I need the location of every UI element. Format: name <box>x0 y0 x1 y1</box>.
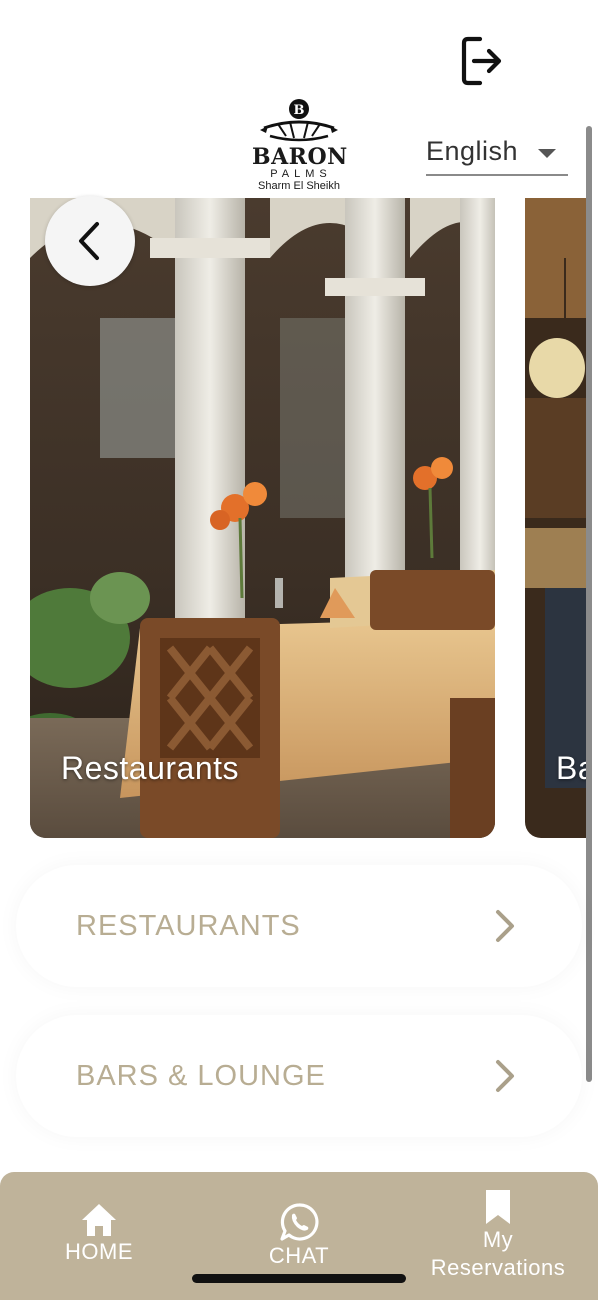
chevron-down-icon <box>538 148 556 158</box>
bar-photo <box>525 198 586 838</box>
category-item-restaurants[interactable]: RESTAURANTS <box>16 865 582 987</box>
hotel-logo: B BARON PALMS Sharm El Sheikh <box>252 96 348 200</box>
chevron-right-icon <box>496 910 514 942</box>
nav-label: CHAT <box>268 1243 330 1268</box>
logout-icon <box>461 36 502 86</box>
nav-home[interactable]: HOME <box>48 1172 150 1300</box>
language-select[interactable]: English <box>426 128 568 176</box>
whatsapp-icon <box>280 1203 319 1241</box>
scrollbar[interactable] <box>586 126 592 1082</box>
nav-label: HOME <box>65 1239 133 1264</box>
bookmark-icon <box>486 1190 510 1224</box>
screen: B BARON PALMS Sharm El Sheikh English Re… <box>0 0 598 1300</box>
restaurant-photo <box>30 198 495 838</box>
category-label: RESTAURANTS <box>76 909 301 942</box>
gallery-card-bars[interactable]: Ba <box>525 198 586 838</box>
gallery-card-label: Ba <box>556 750 586 786</box>
chevron-left-icon <box>79 222 99 260</box>
logout-button[interactable] <box>452 32 510 90</box>
category-label: BARS & LOUNGE <box>76 1059 326 1092</box>
home-icon <box>82 1204 116 1236</box>
nav-label: My Reservations <box>430 1227 566 1280</box>
category-gallery[interactable]: Restaurants Ba <box>0 198 586 838</box>
gallery-card-label: Restaurants <box>61 750 240 786</box>
home-indicator <box>192 1274 406 1283</box>
category-item-bars-lounge[interactable]: BARS & LOUNGE <box>16 1015 582 1137</box>
gallery-card-restaurants[interactable]: Restaurants <box>30 198 495 838</box>
chevron-right-icon <box>496 1060 514 1092</box>
nav-my-reservations[interactable]: My Reservations <box>420 1172 576 1300</box>
crown-logo-icon: B <box>260 99 338 142</box>
logo-location: Sharm El Sheikh <box>258 180 340 192</box>
back-button[interactable] <box>45 196 135 286</box>
svg-text:B: B <box>294 103 305 118</box>
language-value: English <box>426 135 519 166</box>
logo-brand: BARON <box>252 144 348 170</box>
